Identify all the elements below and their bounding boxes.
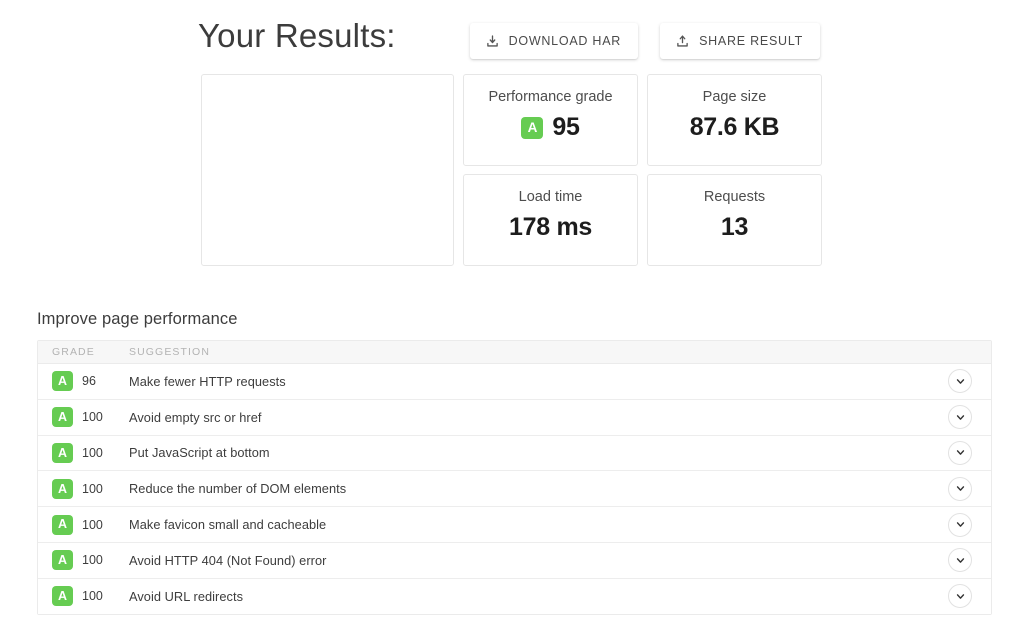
cell-toggle <box>929 584 991 609</box>
chevron-down-icon <box>955 519 966 530</box>
column-header-suggestion: SUGGESTION <box>129 346 211 358</box>
cell-grade: A 96 <box>38 371 129 392</box>
download-har-button[interactable]: DOWNLOAD HAR <box>469 23 639 59</box>
page-thumbnail-placeholder <box>201 74 454 266</box>
grade-score: 100 <box>82 553 103 568</box>
table-row[interactable]: A 100 Reduce the number of DOM elements <box>38 471 991 508</box>
grade-score: 100 <box>82 589 103 604</box>
stat-value: 87.6 KB <box>689 113 780 142</box>
stat-card-page-size: Page size 87.6 KB <box>647 74 822 166</box>
cell-suggestion: Make favicon small and cacheable <box>129 517 327 533</box>
results-header: Your Results: DOWNLOAD HAR SHARE RESULT <box>198 17 820 64</box>
chevron-down-icon <box>955 376 966 387</box>
page-title: Your Results: <box>198 17 396 54</box>
cell-suggestion: Avoid HTTP 404 (Not Found) error <box>129 552 327 568</box>
chevron-down-icon <box>955 555 966 566</box>
grade-badge: A <box>52 371 73 392</box>
cell-grade: A 100 <box>38 586 129 607</box>
cell-grade: A 100 <box>38 550 129 571</box>
share-upload-icon <box>675 34 690 49</box>
grade-score: 96 <box>82 374 96 389</box>
table-header-row: GRADE SUGGESTION <box>38 341 991 364</box>
stat-value: 13 <box>720 213 749 242</box>
grade-badge: A <box>52 550 73 571</box>
grade-badge: A <box>52 514 73 535</box>
expand-row-button[interactable] <box>948 512 972 537</box>
expand-row-button[interactable] <box>948 476 972 501</box>
stat-label: Page size <box>702 89 767 105</box>
header-actions: DOWNLOAD HAR SHARE RESULT <box>469 23 820 59</box>
stat-value-wrap: 87.6 KB <box>648 113 821 142</box>
cell-toggle <box>929 405 991 430</box>
chevron-down-icon <box>955 447 966 458</box>
expand-row-button[interactable] <box>948 405 972 430</box>
table-row[interactable]: A 100 Avoid HTTP 404 (Not Found) error <box>38 542 991 579</box>
column-header-grade: GRADE <box>52 346 95 358</box>
stat-card-load-time: Load time 178 ms <box>463 174 638 266</box>
chevron-down-icon <box>955 412 966 423</box>
stat-label: Requests <box>703 189 766 205</box>
table-row[interactable]: A 100 Avoid URL redirects <box>38 578 991 614</box>
stat-value-wrap: 178 ms <box>464 213 637 242</box>
section-title-improve-performance: Improve page performance <box>37 310 238 328</box>
stat-value-wrap: A 95 <box>464 113 637 142</box>
grade-score: 100 <box>82 517 103 532</box>
stat-value: 95 <box>552 113 580 142</box>
share-result-button[interactable]: SHARE RESULT <box>660 23 820 59</box>
stat-label: Performance grade <box>488 89 613 105</box>
grade-badge: A <box>52 478 73 499</box>
cell-grade: A 100 <box>38 442 129 463</box>
cell-grade: A 100 <box>38 478 129 499</box>
cell-suggestion: Put JavaScript at bottom <box>129 445 270 461</box>
expand-row-button[interactable] <box>948 440 972 465</box>
table-row[interactable]: A 100 Put JavaScript at bottom <box>38 435 991 472</box>
chevron-down-icon <box>955 483 966 494</box>
grade-badge: A <box>521 116 544 139</box>
stat-value-wrap: 13 <box>648 213 821 242</box>
grade-score: 100 <box>82 481 103 496</box>
expand-row-button[interactable] <box>948 548 972 573</box>
stat-card-performance-grade: Performance grade A 95 <box>463 74 638 166</box>
suggestions-table: GRADE SUGGESTION A 96 Make fewer HTTP requ… <box>37 340 992 615</box>
chevron-down-icon <box>955 591 966 602</box>
cell-grade: A 100 <box>38 514 129 535</box>
grade-score: 100 <box>82 445 103 460</box>
cell-toggle <box>929 512 991 537</box>
stat-label: Load time <box>518 189 583 205</box>
table-row[interactable]: A 100 Make favicon small and cacheable <box>38 507 991 543</box>
stats-panel: Performance grade A 95 Page size 87.6 KB… <box>201 74 822 266</box>
expand-row-button[interactable] <box>948 369 972 394</box>
grade-badge: A <box>52 407 73 428</box>
cell-grade: A 100 <box>38 407 129 428</box>
cell-suggestion: Avoid URL redirects <box>129 588 244 604</box>
cell-suggestion: Reduce the number of DOM elements <box>129 481 347 497</box>
cell-suggestion: Avoid empty src or href <box>129 409 262 425</box>
grade-badge: A <box>52 586 73 607</box>
cell-toggle <box>929 369 991 394</box>
grade-score: 100 <box>82 410 103 425</box>
cell-toggle <box>929 476 991 501</box>
stat-card-requests: Requests 13 <box>647 174 822 266</box>
table-row[interactable]: A 96 Make fewer HTTP requests <box>38 364 991 400</box>
download-har-label: DOWNLOAD HAR <box>508 34 622 48</box>
cell-toggle <box>929 440 991 465</box>
download-icon <box>485 34 500 49</box>
expand-row-button[interactable] <box>948 584 972 609</box>
share-result-label: SHARE RESULT <box>699 34 803 48</box>
grade-badge: A <box>52 442 73 463</box>
stat-value: 178 ms <box>509 213 592 242</box>
table-row[interactable]: A 100 Avoid empty src or href <box>38 399 991 436</box>
cell-toggle <box>929 548 991 573</box>
cell-suggestion: Make fewer HTTP requests <box>129 373 286 389</box>
table-body: A 96 Make fewer HTTP requests A 100 Avoid emp… <box>38 364 991 614</box>
